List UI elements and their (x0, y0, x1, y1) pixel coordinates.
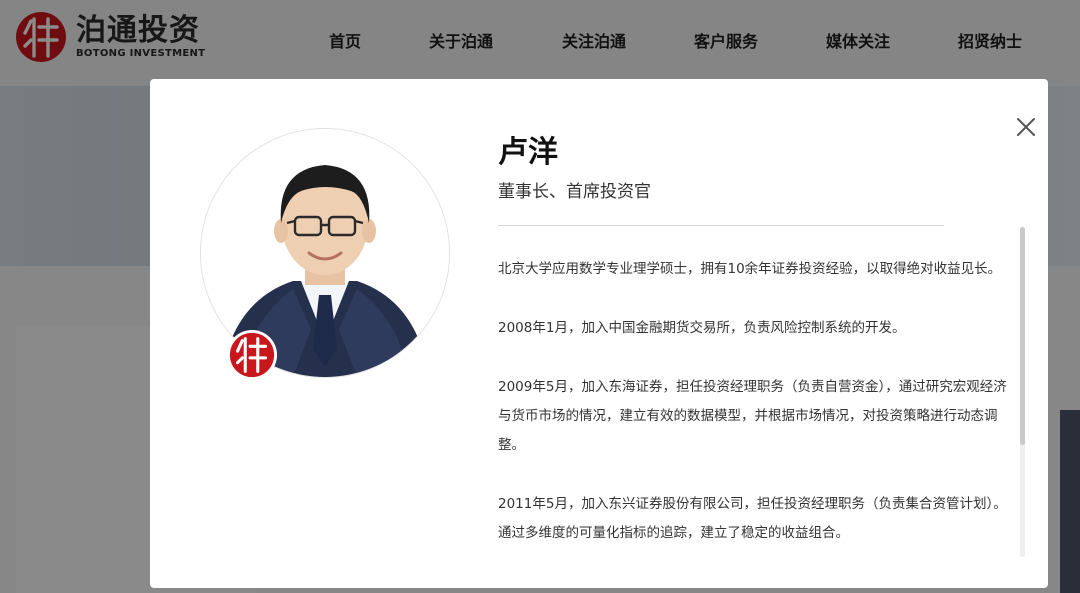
divider (498, 225, 944, 226)
profile-title: 董事长、首席投资官 (498, 182, 651, 202)
bio-paragraph: 2008年1月，加入中国金融期货交易所，负责风险控制系统的开发。 (498, 320, 906, 336)
profile-bio: 北京大学应用数学专业理学硕士，拥有10余年证券投资经验，以取得绝对收益见长。 2… (498, 255, 1020, 555)
scrollbar-thumb[interactable] (1020, 227, 1025, 445)
profile-name: 卢洋 (498, 135, 558, 170)
bio-paragraph: 2009年5月，加入东海证券，担任投资经理职务（负责自营资金），通过研究宏观经济… (498, 379, 1007, 453)
bio-scrollbar[interactable] (1020, 227, 1025, 557)
logo-badge-icon (226, 329, 278, 381)
bio-paragraph: 北京大学应用数学专业理学硕士，拥有10余年证券投资经验，以取得绝对收益见长。 (498, 261, 1002, 277)
profile-modal: 卢洋 董事长、首席投资官 北京大学应用数学专业理学硕士，拥有10余年证券投资经验… (150, 79, 1048, 588)
bio-paragraph: 2011年5月，加入东兴证券股份有限公司，担任投资经理职务（负责集合资管计划）。… (498, 496, 1007, 541)
close-icon[interactable] (1014, 115, 1038, 139)
